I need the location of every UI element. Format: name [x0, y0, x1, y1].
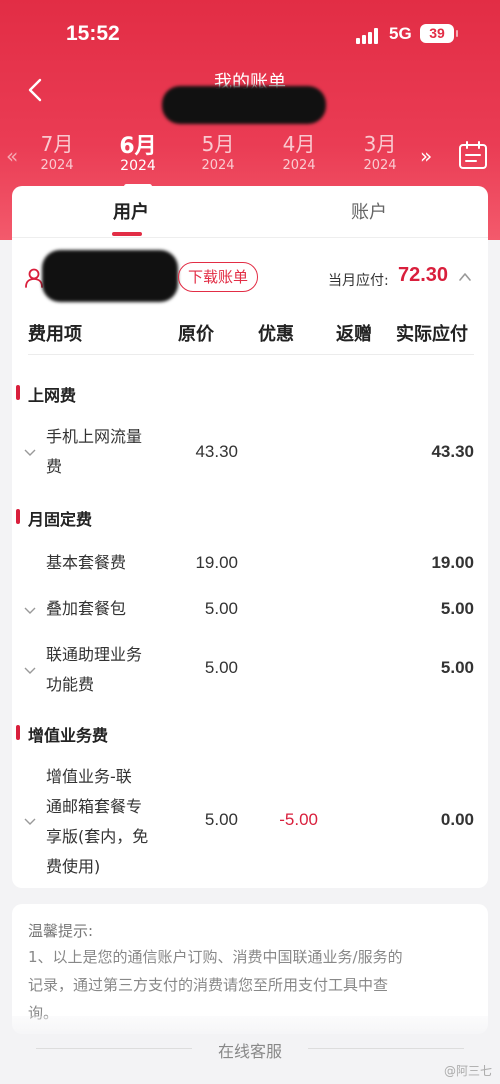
- calendar-icon[interactable]: [458, 140, 488, 170]
- monthly-due-label: 当月应付:: [328, 273, 389, 289]
- month-item-4[interactable]: 4月 2024: [263, 128, 335, 173]
- fee-row[interactable]: 增值业务-联 通邮箱套餐专 享版(套内，免 费使用) 5.00 -5.00 0.…: [12, 762, 488, 882]
- tab-account[interactable]: 账户: [250, 198, 488, 224]
- fee-name: 叠加套餐包: [46, 599, 127, 618]
- fee-original: 5.00: [204, 810, 238, 829]
- prev-months-icon[interactable]: «: [6, 144, 18, 168]
- fee-original: 19.00: [195, 553, 238, 572]
- tips-body: 1、以上是您的通信账户订购、消费中国联通业务/服务的 记录，通过第三方支付的消费…: [28, 948, 403, 1022]
- redaction-mark: [42, 250, 178, 302]
- fee-original: 43.30: [195, 442, 238, 461]
- fee-row[interactable]: 联通助理业务 功能费 5.00 5.00: [12, 640, 488, 700]
- column-actual: 实际应付: [396, 324, 468, 345]
- bill-card: 用户 账户 185 下载账单 当月应付: 72.30 费用项 原价 优惠 返赠 …: [12, 186, 488, 888]
- tips-box: 温馨提示: 1、以上是您的通信账户订购、消费中国联通业务/服务的 记录，通过第三…: [12, 904, 488, 1034]
- month-item-7[interactable]: 7月 2024: [21, 128, 93, 173]
- fee-actual: 43.30: [431, 442, 474, 461]
- fee-original: 5.00: [204, 658, 238, 677]
- tips-title: 温馨提示:: [28, 922, 94, 940]
- status-time: 15:52: [66, 22, 120, 45]
- fee-actual: 19.00: [431, 553, 474, 572]
- column-item: 费用项: [28, 324, 82, 345]
- download-bill-button[interactable]: 下载账单: [178, 262, 258, 292]
- fee-row: 基本套餐费 19.00 19.00: [12, 548, 488, 578]
- watermark: @阿三七: [444, 1064, 493, 1078]
- section-title: 上网费: [12, 382, 76, 406]
- fee-name: 增值业务-联 通邮箱套餐专 享版(套内，免 费使用): [46, 767, 149, 876]
- network-type: 5G: [389, 24, 412, 43]
- status-bar: 15:52 5G 39: [0, 20, 500, 50]
- chevron-down-icon: [24, 607, 36, 614]
- fee-name: 手机上网流量费: [46, 427, 143, 476]
- tab-bar: 用户 账户: [12, 186, 488, 238]
- month-selector: « 7月 2024 6月 2024 5月 2024 4月 2024 3月 2024 »: [0, 128, 500, 184]
- tab-user[interactable]: 用户: [12, 198, 250, 224]
- month-item-3[interactable]: 3月 2024: [344, 128, 416, 173]
- chevron-down-icon: [24, 449, 36, 456]
- fee-table-header: 费用项 原价 优惠 返赠 实际应付: [12, 318, 488, 352]
- fee-name: 联通助理业务 功能费: [46, 645, 143, 694]
- column-rebate: 返赠: [336, 324, 372, 345]
- redaction-mark: [162, 86, 326, 124]
- fee-actual: 0.00: [440, 810, 474, 829]
- signal-icon: [356, 28, 382, 44]
- fee-original: 5.00: [204, 599, 238, 618]
- column-discount: 优惠: [258, 324, 294, 345]
- monthly-due-value: 72.30: [398, 264, 449, 286]
- section-title: 增值业务费: [12, 722, 108, 746]
- fee-actual: 5.00: [440, 599, 474, 618]
- fee-actual: 5.00: [440, 658, 474, 677]
- fee-discount: -5.00: [279, 810, 318, 829]
- divider: [28, 354, 474, 355]
- user-icon: [25, 268, 43, 288]
- battery-icon: 39: [420, 24, 458, 43]
- user-summary: 185 下载账单 当月应付: 72.30: [12, 250, 488, 302]
- fee-name: 基本套餐费: [46, 553, 127, 572]
- month-item-6[interactable]: 6月 2024: [102, 128, 174, 174]
- active-tab-indicator: [112, 232, 142, 236]
- chevron-up-icon[interactable]: [458, 270, 472, 284]
- fee-row[interactable]: 叠加套餐包 5.00 5.00: [12, 594, 488, 624]
- online-service-link[interactable]: 在线客服: [0, 1038, 500, 1062]
- section-title: 月固定费: [12, 506, 92, 530]
- next-months-icon[interactable]: »: [420, 144, 432, 168]
- month-item-5[interactable]: 5月 2024: [182, 128, 254, 173]
- chevron-down-icon: [24, 667, 36, 674]
- column-original: 原价: [178, 324, 214, 345]
- fee-row[interactable]: 手机上网流量费 43.30 43.30: [12, 422, 488, 482]
- chevron-down-icon: [24, 818, 36, 825]
